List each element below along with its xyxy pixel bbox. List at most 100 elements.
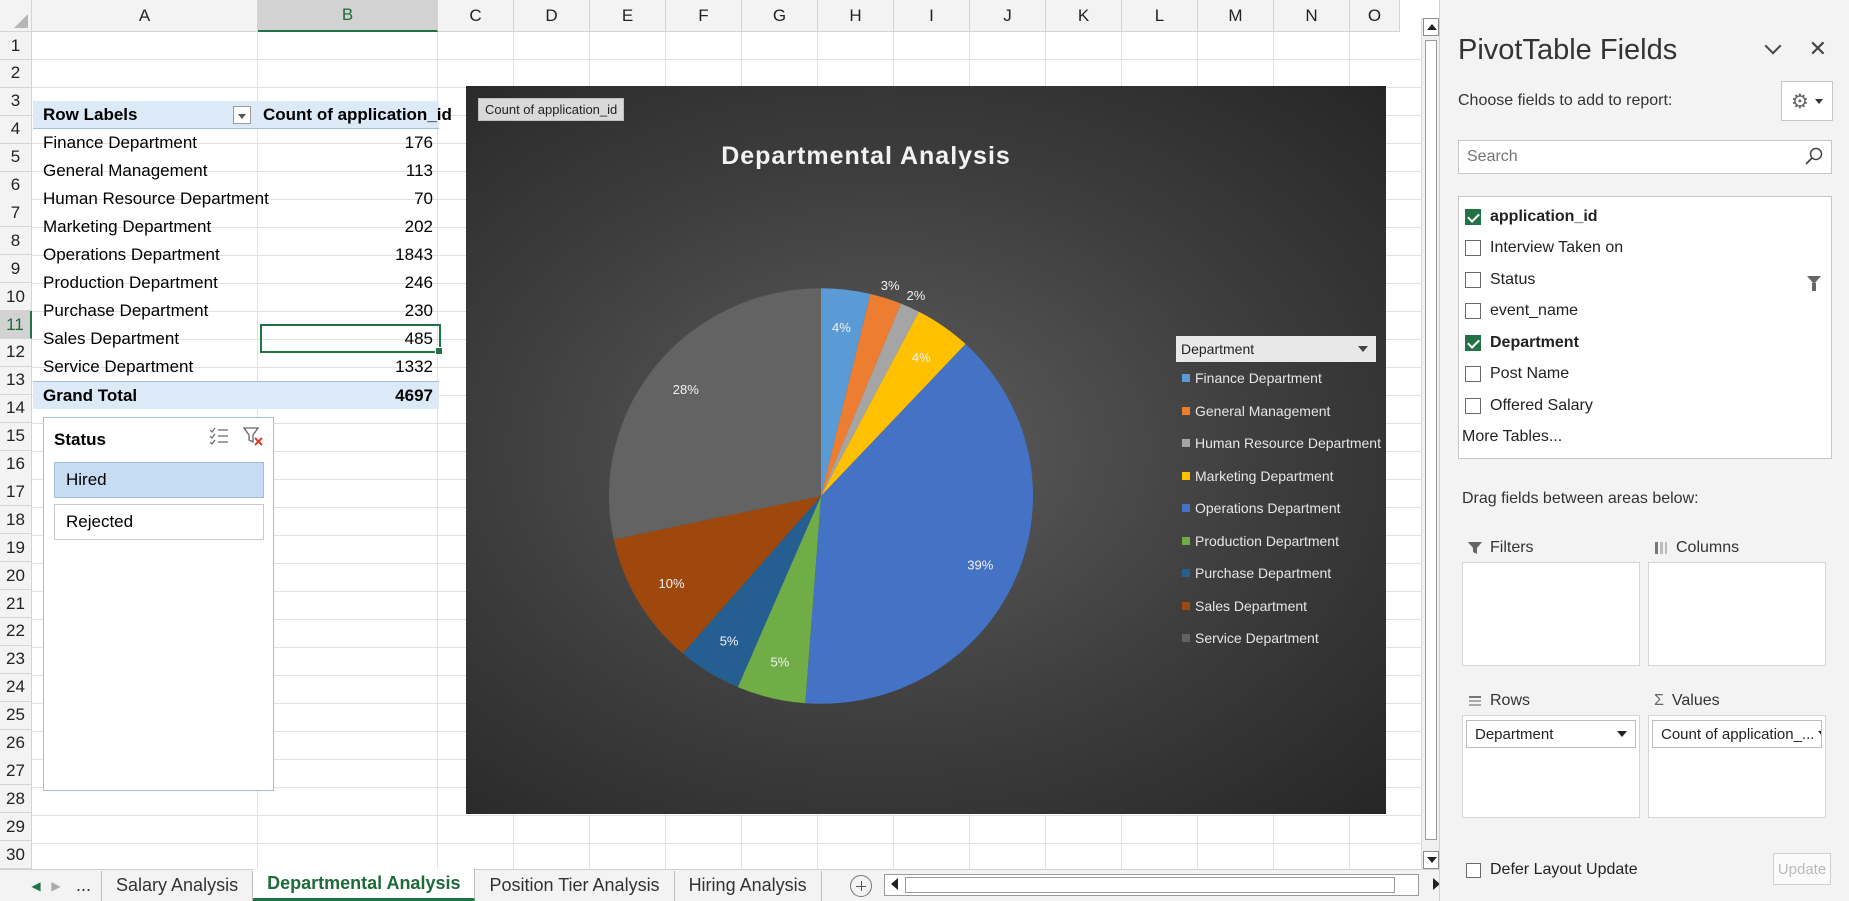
column-header-n[interactable]: N (1274, 0, 1350, 32)
column-header-e[interactable]: E (590, 0, 666, 32)
active-cell-B11[interactable] (260, 324, 443, 355)
row-header-12[interactable]: 12 (0, 338, 32, 367)
filters-area[interactable]: Filters (1462, 534, 1640, 666)
pie-data-label[interactable]: 10% (658, 576, 684, 591)
pie-chart[interactable]: Count of application_id Departmental Ana… (466, 86, 1386, 814)
legend-entry[interactable]: Human Resource Department (1176, 427, 1381, 460)
row-header-20[interactable]: 20 (0, 562, 32, 591)
rows-dropzone[interactable]: Department (1462, 715, 1640, 818)
row-header-8[interactable]: 8 (0, 227, 32, 256)
row-header-17[interactable]: 17 (0, 478, 32, 507)
column-header-d[interactable]: D (514, 0, 590, 32)
field-list[interactable]: application_id Interview Taken on Status ev… (1458, 196, 1832, 459)
row-header-16[interactable]: 16 (0, 450, 32, 479)
legend-entry[interactable]: Marketing Department (1176, 460, 1376, 493)
pie-data-label[interactable]: 4% (912, 350, 931, 365)
filters-dropzone[interactable] (1462, 562, 1640, 666)
field-checkbox[interactable] (1465, 397, 1481, 414)
values-field-chip[interactable]: Count of application_... (1652, 720, 1822, 748)
pie-data-label[interactable]: 4% (832, 320, 851, 335)
column-header-c[interactable]: C (438, 0, 514, 32)
pivot-row[interactable]: Finance Department 176 (33, 129, 439, 157)
pie-data-label[interactable]: 3% (881, 278, 900, 293)
row-header-15[interactable]: 15 (0, 422, 32, 451)
field-checkbox[interactable] (1465, 208, 1481, 225)
pie-slice[interactable] (608, 288, 821, 540)
row-header-19[interactable]: 19 (0, 534, 32, 563)
clear-filter-icon[interactable] (243, 426, 263, 446)
row-header-7[interactable]: 7 (0, 199, 32, 228)
update-button[interactable]: Update (1773, 853, 1831, 885)
tools-button[interactable]: ⚙ (1781, 81, 1833, 121)
field-application_id[interactable]: application_id (1459, 201, 1831, 232)
pivot-row[interactable]: Purchase Department 230 (33, 297, 439, 325)
more-sheets-ellipsis[interactable]: ... (66, 870, 103, 901)
chart-legend[interactable]: Department Finance Department General Man… (1176, 336, 1381, 655)
legend-entry[interactable]: Service Department (1176, 622, 1376, 655)
pivot-row[interactable]: Marketing Department 202 (33, 213, 439, 241)
rows-area[interactable]: Rows Department (1462, 687, 1640, 818)
row-header-26[interactable]: 26 (0, 729, 32, 758)
row-header-14[interactable]: 14 (0, 394, 32, 423)
column-header-m[interactable]: M (1198, 0, 1274, 32)
horizontal-scroll-track[interactable] (905, 877, 1395, 893)
slicer-item-rejected[interactable]: Rejected (54, 504, 264, 540)
field-checkbox[interactable] (1465, 240, 1481, 256)
field-checkbox[interactable] (1465, 271, 1481, 288)
pivot-row[interactable]: Operations Department 1843 (33, 241, 439, 269)
pie-data-label[interactable]: 5% (720, 634, 739, 649)
column-header-a[interactable]: A (32, 0, 258, 32)
field-offered-salary[interactable]: Offered Salary (1459, 390, 1831, 421)
row-header-23[interactable]: 23 (0, 645, 32, 674)
filter-icon[interactable] (1807, 276, 1821, 291)
row-header-10[interactable]: 10 (0, 283, 32, 312)
legend-entry[interactable]: General Management (1176, 395, 1376, 428)
row-header-5[interactable]: 5 (0, 143, 32, 172)
pane-options-chevron-icon[interactable] (1764, 37, 1782, 55)
defer-layout-update[interactable]: Defer Layout Update (1466, 861, 1638, 879)
pivot-row[interactable]: Human Resource Department 70 (33, 185, 439, 213)
pivot-row[interactable]: General Management 113 (33, 157, 439, 185)
row-header-2[interactable]: 2 (0, 59, 32, 88)
rows-field-chip[interactable]: Department (1466, 720, 1636, 748)
row-header-25[interactable]: 25 (0, 701, 32, 730)
column-header-f[interactable]: F (666, 0, 742, 32)
search-icon[interactable] (1805, 147, 1823, 165)
pie-data-label[interactable]: 5% (771, 655, 790, 670)
scroll-thumb[interactable] (1425, 40, 1437, 840)
row-header-1[interactable]: 1 (0, 32, 32, 60)
scroll-left-arrow-icon[interactable] (891, 878, 898, 890)
row-header-30[interactable]: 30 (0, 841, 32, 869)
column-header-i[interactable]: I (894, 0, 970, 32)
row-header-28[interactable]: 28 (0, 785, 32, 814)
values-area[interactable]: Σ Values Count of application_... (1648, 687, 1826, 818)
sheet-tab-departmental-analysis[interactable]: Departmental Analysis (253, 868, 476, 901)
row-header-6[interactable]: 6 (0, 171, 32, 200)
row-header-29[interactable]: 29 (0, 813, 32, 842)
column-header-g[interactable]: G (742, 0, 818, 32)
sheet-tab-hiring-analysis[interactable]: Hiring Analysis (675, 870, 822, 901)
pie-data-label[interactable]: 28% (673, 382, 699, 397)
row-header-9[interactable]: 9 (0, 255, 32, 284)
row-header-18[interactable]: 18 (0, 506, 32, 535)
next-sheet-icon[interactable]: ▶ (46, 879, 66, 893)
close-icon[interactable]: ✕ (1809, 36, 1827, 62)
field-post-name[interactable]: Post Name (1459, 359, 1831, 390)
row-header-4[interactable]: 4 (0, 115, 32, 144)
column-header-h[interactable]: H (818, 0, 894, 32)
pie-data-label[interactable]: 39% (967, 557, 993, 572)
pivot-row[interactable]: Service Department 1332 (33, 353, 439, 381)
scroll-down-arrow-icon[interactable] (1423, 851, 1439, 869)
row-header-21[interactable]: 21 (0, 590, 32, 618)
chevron-down-icon[interactable] (1818, 731, 1821, 737)
field-checkbox[interactable] (1465, 366, 1481, 382)
row-header-24[interactable]: 24 (0, 673, 32, 702)
column-header-k[interactable]: K (1046, 0, 1122, 32)
add-sheet-icon[interactable] (849, 874, 872, 897)
select-all-corner[interactable] (0, 0, 32, 32)
field-checkbox[interactable] (1465, 303, 1481, 319)
status-slicer[interactable]: Status Hired Rejected (43, 417, 274, 791)
values-dropzone[interactable]: Count of application_... (1648, 715, 1826, 818)
prev-sheet-icon[interactable]: ◀ (26, 879, 46, 893)
row-header-22[interactable]: 22 (0, 617, 32, 646)
